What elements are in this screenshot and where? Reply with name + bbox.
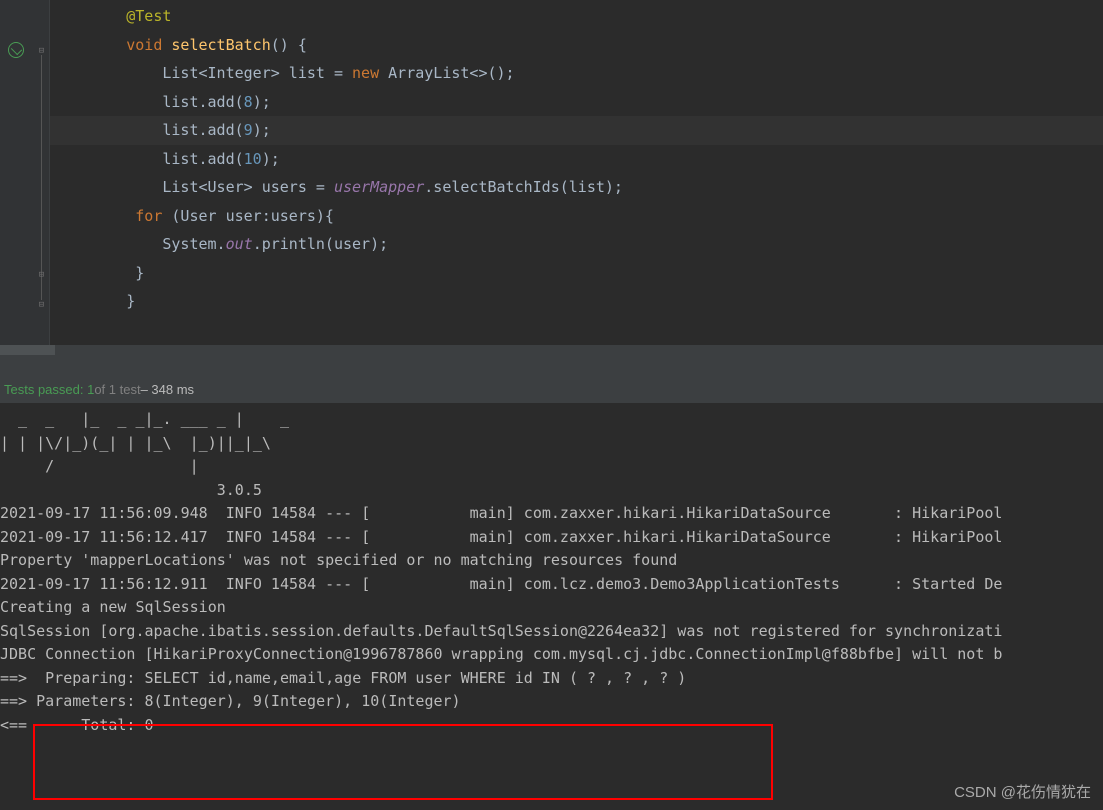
- horizontal-scrollbar[interactable]: [0, 345, 1103, 355]
- code-line: }: [50, 287, 1103, 316]
- code-line: list.add(10);: [50, 145, 1103, 174]
- test-passed-label: Tests passed: 1: [4, 382, 94, 397]
- console-line: | | |\/|_)(_| | |_\ |_)||_|_\: [0, 432, 1103, 456]
- code-line: List<Integer> list = new ArrayList<>();: [50, 59, 1103, 88]
- fold-up-icon[interactable]: ⊟: [37, 300, 46, 309]
- panel-gap: [0, 355, 1103, 375]
- console-line: / |: [0, 455, 1103, 479]
- console-line: 3.0.5: [0, 479, 1103, 503]
- gutter-icons-column: [0, 0, 35, 345]
- console-line: _ _ |_ _ _|_. ___ _ | _: [0, 408, 1103, 432]
- console-line: ==> Parameters: 8(Integer), 9(Integer), …: [0, 690, 1103, 714]
- fold-up-icon[interactable]: ⊟: [37, 270, 46, 279]
- fold-line: [41, 55, 42, 300]
- code-editor[interactable]: ⊟ ⊟ ⊟ @Test void selectBatch() { List<In…: [0, 0, 1103, 345]
- watermark: CSDN @花伤情犹在: [954, 781, 1091, 802]
- code-line: void selectBatch() {: [50, 31, 1103, 60]
- annotation-highlight-box: [33, 724, 773, 800]
- code-line: System.out.println(user);: [50, 230, 1103, 259]
- scrollbar-thumb[interactable]: [0, 345, 55, 355]
- run-test-icon[interactable]: [8, 42, 24, 58]
- code-line: List<User> users = userMapper.selectBatc…: [50, 173, 1103, 202]
- gutter-fold-column: ⊟ ⊟ ⊟: [35, 0, 50, 345]
- console-line: JDBC Connection [HikariProxyConnection@1…: [0, 643, 1103, 667]
- code-line: list.add(8);: [50, 88, 1103, 117]
- test-duration-label: – 348 ms: [141, 382, 194, 397]
- console-line: 2021-09-17 11:56:09.948 INFO 14584 --- […: [0, 502, 1103, 526]
- code-line: @Test: [50, 2, 1103, 31]
- console-line: 2021-09-17 11:56:12.417 INFO 14584 --- […: [0, 526, 1103, 550]
- code-content[interactable]: @Test void selectBatch() { List<Integer>…: [50, 0, 1103, 345]
- console-line: ==> Preparing: SELECT id,name,email,age …: [0, 667, 1103, 691]
- console-line: 2021-09-17 11:56:12.911 INFO 14584 --- […: [0, 573, 1103, 597]
- code-line: for (User user:users){: [50, 202, 1103, 231]
- console-line: SqlSession [org.apache.ibatis.session.de…: [0, 620, 1103, 644]
- console-line: Property 'mapperLocations' was not speci…: [0, 549, 1103, 573]
- test-status-bar: Tests passed: 1 of 1 test – 348 ms: [0, 375, 1103, 403]
- console-line: Creating a new SqlSession: [0, 596, 1103, 620]
- test-count-label: of 1 test: [94, 382, 140, 397]
- code-line: }: [50, 259, 1103, 288]
- code-line-caret: list.add(9);: [50, 116, 1103, 145]
- fold-down-icon[interactable]: ⊟: [37, 46, 46, 55]
